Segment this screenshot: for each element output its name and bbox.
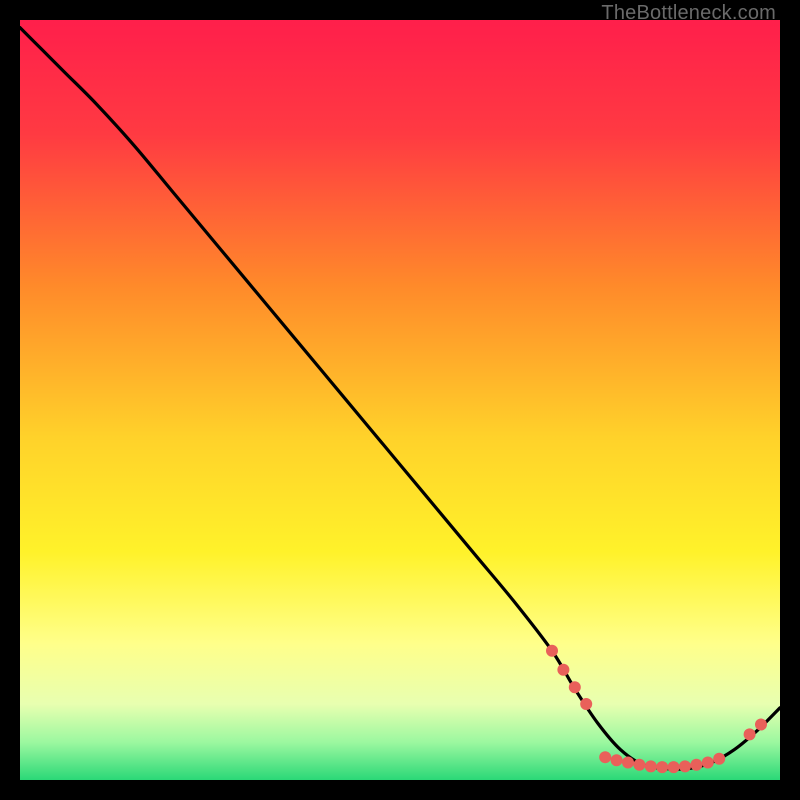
marker-point: [599, 751, 611, 763]
marker-point: [546, 645, 558, 657]
marker-point: [656, 761, 668, 773]
marker-point: [668, 761, 680, 773]
marker-point: [690, 759, 702, 771]
marker-point: [557, 664, 569, 676]
marker-point: [679, 760, 691, 772]
chart-frame: [20, 20, 780, 780]
marker-point: [702, 757, 714, 769]
marker-point: [744, 728, 756, 740]
marker-point: [622, 757, 634, 769]
marker-point: [645, 760, 657, 772]
marker-point: [569, 681, 581, 693]
marker-point: [713, 753, 725, 765]
marker-point: [611, 754, 623, 766]
attribution-label: TheBottleneck.com: [601, 2, 776, 25]
marker-point: [580, 698, 592, 710]
bottleneck-chart: [20, 20, 780, 780]
gradient-background: [20, 20, 780, 780]
marker-point: [633, 759, 645, 771]
marker-point: [755, 719, 767, 731]
